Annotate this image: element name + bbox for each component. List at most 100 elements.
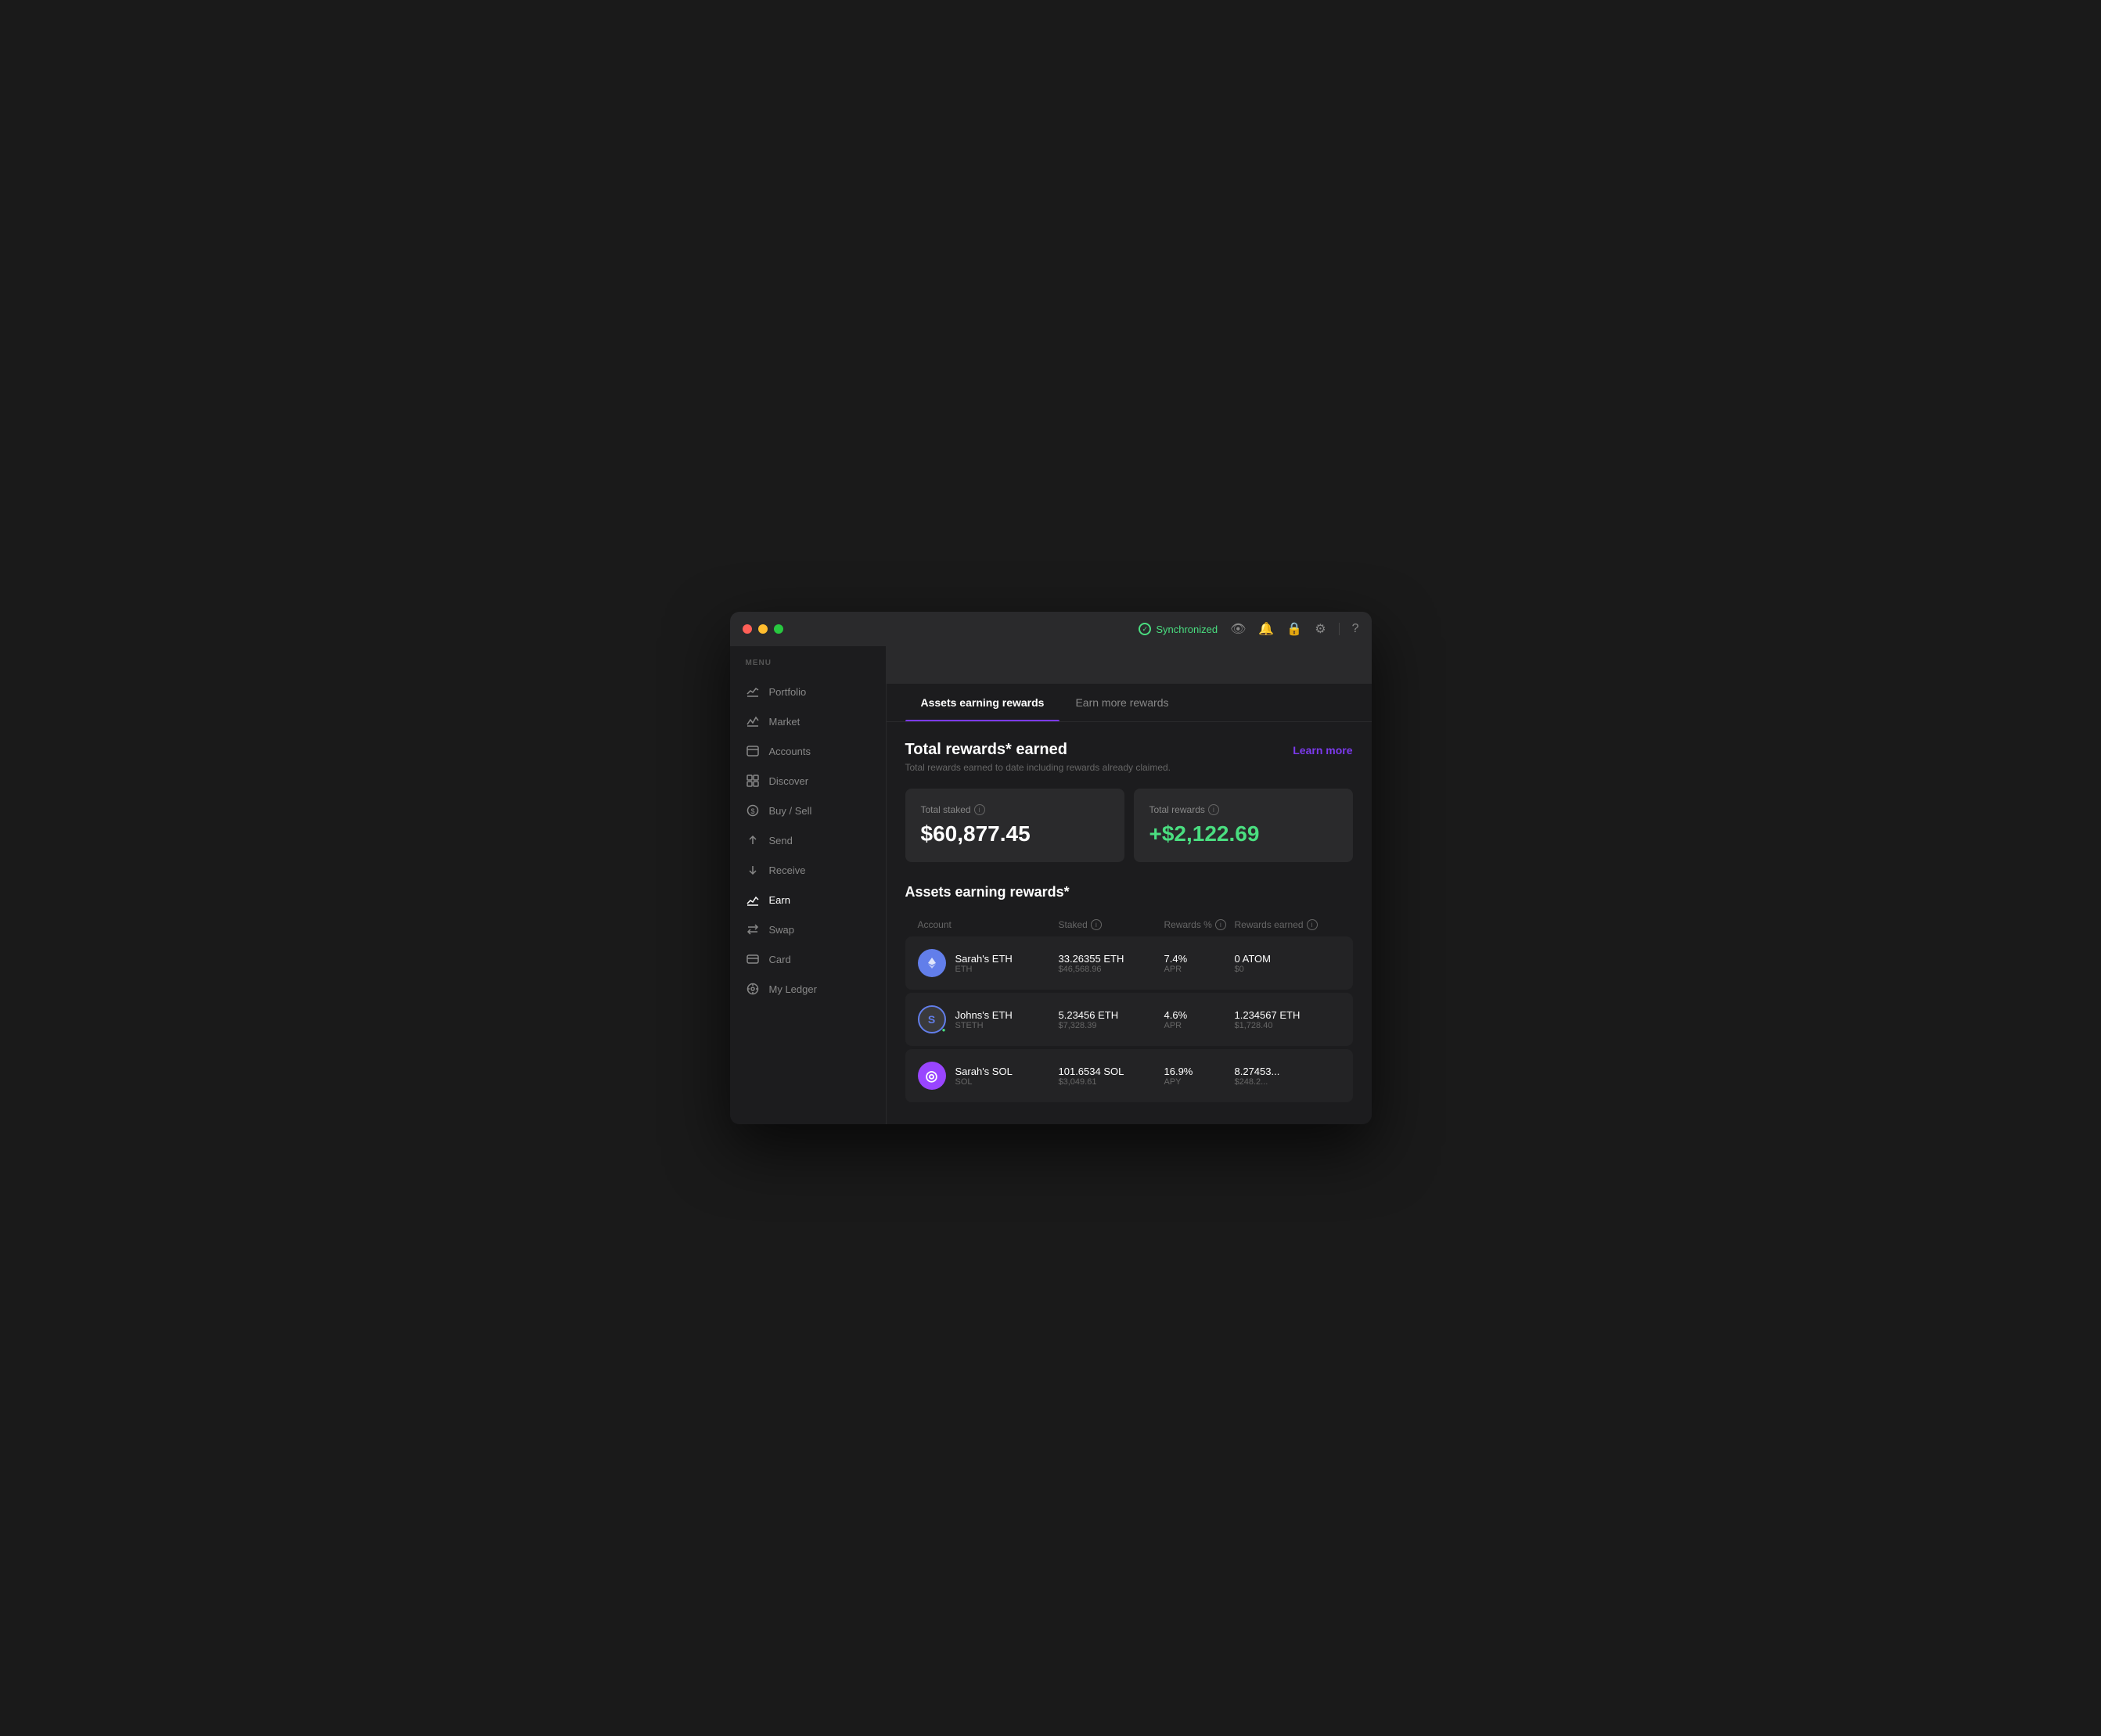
total-staked-card: Total staked i $60,877.45 xyxy=(905,789,1124,862)
sidebar-label-buy-sell: Buy / Sell xyxy=(769,805,812,817)
apr-cell-0: 7.4% APR xyxy=(1164,953,1235,974)
sol-asset-icon: ◎ xyxy=(918,1062,946,1090)
table-row[interactable]: Sarah's ETH ETH 33.26355 ETH $46,568.96 … xyxy=(905,936,1353,990)
sync-icon: ✓ xyxy=(1139,623,1151,635)
total-rewards-header: Total rewards* earned Total rewards earn… xyxy=(905,741,1353,773)
sidebar-item-receive[interactable]: Receive xyxy=(730,855,886,885)
staked-cell-1: 5.23456 ETH $7,328.39 xyxy=(1059,1009,1164,1030)
asset-info-sol: ◎ Sarah's SOL SOL xyxy=(918,1062,1059,1090)
rewards-cell-1: 1.234567 ETH $1,728.40 xyxy=(1235,1009,1340,1030)
asset-info-steth: S Johns's ETH STETH xyxy=(918,1005,1059,1033)
app-body: MENU Portfolio Market xyxy=(730,646,1372,1124)
titlebar: ✓ Synchronized 👁 🔔 🔒 ⚙ ? xyxy=(730,612,1372,646)
total-staked-value: $60,877.45 xyxy=(921,821,1109,846)
sidebar-label-accounts: Accounts xyxy=(769,746,811,757)
total-rewards-subtitle: Total rewards earned to date including r… xyxy=(905,762,1171,773)
total-rewards-value: +$2,122.69 xyxy=(1149,821,1337,846)
receive-icon xyxy=(746,863,760,877)
titlebar-right: ✓ Synchronized 👁 🔔 🔒 ⚙ ? xyxy=(1139,621,1358,637)
rewards-cell-2: 8.27453... $248.2... xyxy=(1235,1066,1340,1087)
asset-name-steth: Johns's ETH STETH xyxy=(955,1009,1013,1030)
send-icon xyxy=(746,833,760,847)
sidebar: MENU Portfolio Market xyxy=(730,646,887,1124)
sidebar-label-portfolio: Portfolio xyxy=(769,686,807,698)
card-icon xyxy=(746,952,760,966)
steth-asset-icon: S xyxy=(918,1005,946,1033)
content-area: Total rewards* earned Total rewards earn… xyxy=(887,722,1372,1124)
menu-label: MENU xyxy=(730,659,886,677)
sync-status: ✓ Synchronized xyxy=(1139,623,1218,635)
swap-icon xyxy=(746,922,760,936)
sidebar-item-portfolio[interactable]: Portfolio xyxy=(730,677,886,706)
sidebar-item-swap[interactable]: Swap xyxy=(730,915,886,944)
accounts-icon xyxy=(746,744,760,758)
table-row[interactable]: ◎ Sarah's SOL SOL 101.6534 SOL $3,049.61… xyxy=(905,1049,1353,1102)
help-icon[interactable]: ? xyxy=(1352,622,1359,636)
total-rewards-card: Total rewards i +$2,122.69 xyxy=(1134,789,1353,862)
sidebar-item-buy-sell[interactable]: $ Buy / Sell xyxy=(730,796,886,825)
rewards-earned-col-info-icon[interactable]: i xyxy=(1307,919,1318,930)
total-rewards-label: Total rewards i xyxy=(1149,804,1337,815)
sidebar-label-my-ledger: My Ledger xyxy=(769,983,817,995)
stats-grid: Total staked i $60,877.45 Total rewards … xyxy=(905,789,1353,862)
portfolio-icon xyxy=(746,685,760,699)
tab-earn-more[interactable]: Earn more rewards xyxy=(1059,684,1184,721)
col-account: Account xyxy=(918,919,1059,930)
sidebar-label-discover: Discover xyxy=(769,775,809,787)
total-rewards-info: Total rewards* earned Total rewards earn… xyxy=(905,741,1171,773)
sync-label: Synchronized xyxy=(1156,624,1218,635)
sidebar-label-send: Send xyxy=(769,835,793,846)
mac-window: ✓ Synchronized 👁 🔔 🔒 ⚙ ? MENU Portf xyxy=(730,612,1372,1124)
sidebar-item-accounts[interactable]: Accounts xyxy=(730,736,886,766)
sidebar-label-swap: Swap xyxy=(769,924,795,936)
sidebar-item-send[interactable]: Send xyxy=(730,825,886,855)
sidebar-item-earn[interactable]: Earn xyxy=(730,885,886,915)
total-rewards-title: Total rewards* earned xyxy=(905,741,1171,759)
svg-text:$: $ xyxy=(750,807,754,815)
bell-icon[interactable]: 🔔 xyxy=(1258,621,1274,637)
traffic-light-fullscreen[interactable] xyxy=(774,624,783,634)
rewards-cell-0: 0 ATOM $0 xyxy=(1235,953,1340,974)
staked-cell-2: 101.6534 SOL $3,049.61 xyxy=(1059,1066,1164,1087)
assets-table: Assets earning rewards* Account Staked i… xyxy=(905,884,1353,1102)
lock-icon[interactable]: 🔒 xyxy=(1286,621,1302,637)
tab-assets-earning[interactable]: Assets earning rewards xyxy=(905,684,1060,721)
my-ledger-icon xyxy=(746,982,760,996)
learn-more-button[interactable]: Learn more xyxy=(1293,741,1352,760)
eye-icon[interactable]: 👁 xyxy=(1230,621,1246,637)
sidebar-item-card[interactable]: Card xyxy=(730,944,886,974)
staked-col-info-icon[interactable]: i xyxy=(1091,919,1102,930)
eth-asset-icon xyxy=(918,949,946,977)
col-staked: Staked i xyxy=(1059,919,1164,930)
sidebar-item-market[interactable]: Market xyxy=(730,706,886,736)
asset-name-eth: Sarah's ETH ETH xyxy=(955,953,1013,974)
titlebar-divider xyxy=(1339,623,1340,635)
sidebar-label-receive: Receive xyxy=(769,864,806,876)
staked-cell-0: 33.26355 ETH $46,568.96 xyxy=(1059,953,1164,974)
col-rewards-earned: Rewards earned i xyxy=(1235,919,1340,930)
sidebar-label-earn: Earn xyxy=(769,894,790,906)
gear-icon[interactable]: ⚙ xyxy=(1315,621,1326,637)
sidebar-item-discover[interactable]: Discover xyxy=(730,766,886,796)
total-staked-label: Total staked i xyxy=(921,804,1109,815)
sidebar-item-my-ledger[interactable]: My Ledger xyxy=(730,974,886,1004)
discover-icon xyxy=(746,774,760,788)
asset-info-eth: Sarah's ETH ETH xyxy=(918,949,1059,977)
table-row[interactable]: S Johns's ETH STETH 5.23456 ETH $7,328.3… xyxy=(905,993,1353,1046)
asset-name-sol: Sarah's SOL SOL xyxy=(955,1066,1013,1087)
header-bar xyxy=(887,646,1372,684)
main-content: Assets earning rewards Earn more rewards… xyxy=(887,646,1372,1124)
apy-cell-2: 16.9% APY xyxy=(1164,1066,1235,1087)
assets-section-title: Assets earning rewards* xyxy=(905,884,1353,900)
traffic-light-close[interactable] xyxy=(743,624,752,634)
market-icon xyxy=(746,714,760,728)
total-staked-info-icon[interactable]: i xyxy=(974,804,985,815)
table-header: Account Staked i Rewards % i Rewards ear… xyxy=(905,913,1353,936)
traffic-light-minimize[interactable] xyxy=(758,624,768,634)
total-rewards-info-icon[interactable]: i xyxy=(1208,804,1219,815)
earn-icon xyxy=(746,893,760,907)
rewards-pct-col-info-icon[interactable]: i xyxy=(1215,919,1226,930)
buy-sell-icon: $ xyxy=(746,803,760,818)
sidebar-label-card: Card xyxy=(769,954,791,965)
sidebar-label-market: Market xyxy=(769,716,800,728)
